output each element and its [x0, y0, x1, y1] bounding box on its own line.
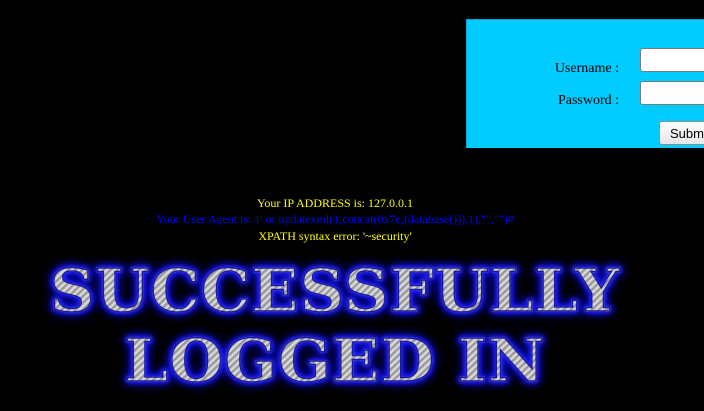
user-agent-text: Your User Agent is: 1' or updatexml(1,co… [156, 212, 514, 226]
username-input[interactable] [640, 48, 704, 72]
password-input[interactable] [640, 81, 704, 105]
ip-address-text: Your IP ADDRESS is: 127.0.0.1 [256, 196, 414, 210]
success-banner-line2: LOGGED IN [0, 325, 670, 396]
password-label: Password : [557, 93, 619, 108]
submit-button[interactable]: Submit [659, 121, 704, 145]
username-label: Username : [554, 61, 619, 76]
success-banner-line1: SUCCESSFULLY [0, 255, 670, 326]
xpath-error-text: XPATH syntax error: '~security' [258, 229, 412, 243]
login-panel: Username : Password : Submit [466, 19, 704, 148]
